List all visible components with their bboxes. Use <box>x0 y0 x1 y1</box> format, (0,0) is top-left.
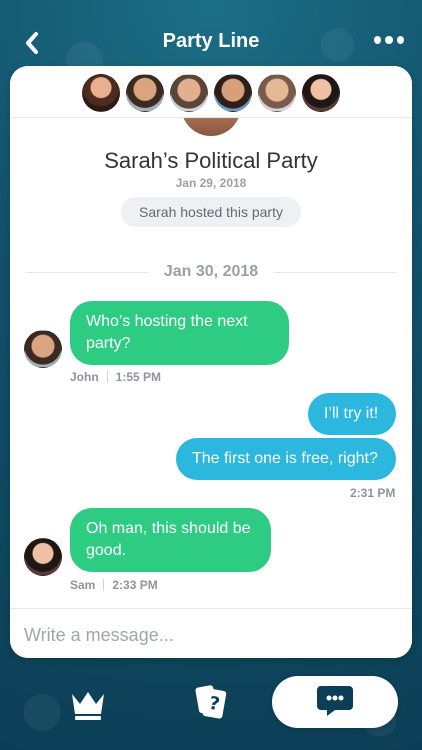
message-sender: Sam <box>70 578 96 592</box>
divider <box>106 371 108 383</box>
avatar[interactable] <box>24 330 62 368</box>
chat-tab-button[interactable] <box>272 676 398 728</box>
message-bubble[interactable]: Oh man, this should be good. <box>70 508 271 572</box>
avatar[interactable] <box>258 74 296 112</box>
message-bubble[interactable]: The first one is free, right? <box>176 438 396 480</box>
message-text: The first one is free, right? <box>192 450 378 467</box>
avatar[interactable] <box>302 74 340 112</box>
divider <box>274 271 397 273</box>
bottom-navigation: ? <box>0 672 422 750</box>
message-time: 2:31 PM <box>350 486 396 500</box>
message-sender: John <box>70 370 99 384</box>
crown-icon[interactable] <box>66 684 110 724</box>
message-bubble[interactable]: I’ll try it! <box>308 393 396 435</box>
avatar[interactable] <box>214 74 252 112</box>
message-time: 1:55 PM <box>115 370 162 384</box>
message-meta: Sam 2:33 PM <box>70 578 158 592</box>
message-text: Who’s hosting the next party? <box>86 313 248 352</box>
avatar[interactable] <box>126 74 164 112</box>
message-bubble[interactable]: Who’s hosting the next party? <box>70 301 289 365</box>
more-options-icon[interactable] <box>374 33 404 47</box>
avatar[interactable] <box>170 74 208 112</box>
message-text: I’ll try it! <box>324 405 379 422</box>
message-meta: 2:31 PM <box>350 486 395 500</box>
avatar[interactable] <box>24 538 62 576</box>
date-separator-label: Jan 30, 2018 <box>163 263 259 280</box>
message-meta: John 1:55 PM <box>70 370 161 384</box>
page-title: Party Line <box>162 30 260 52</box>
cards-question-icon[interactable]: ? <box>187 682 237 722</box>
participants-avatar-strip <box>10 66 412 118</box>
chat-bubble-icon <box>315 682 355 723</box>
message-time: 2:33 PM <box>112 578 158 592</box>
avatar[interactable] <box>82 74 120 112</box>
date-separator: Jan 30, 2018 <box>26 262 397 282</box>
chat-card: Sarah’s Political Party Jan 29, 2018 Sar… <box>10 66 412 658</box>
host-pill: Sarah hosted this party <box>121 197 301 227</box>
party-title: Sarah’s Political Party <box>104 148 318 173</box>
message-text: Oh man, this should be good. <box>86 520 251 559</box>
divider <box>103 579 105 591</box>
message-input[interactable] <box>22 619 396 651</box>
party-date: Jan 29, 2018 <box>175 176 247 190</box>
message-composer <box>10 608 412 658</box>
divider <box>26 271 148 273</box>
